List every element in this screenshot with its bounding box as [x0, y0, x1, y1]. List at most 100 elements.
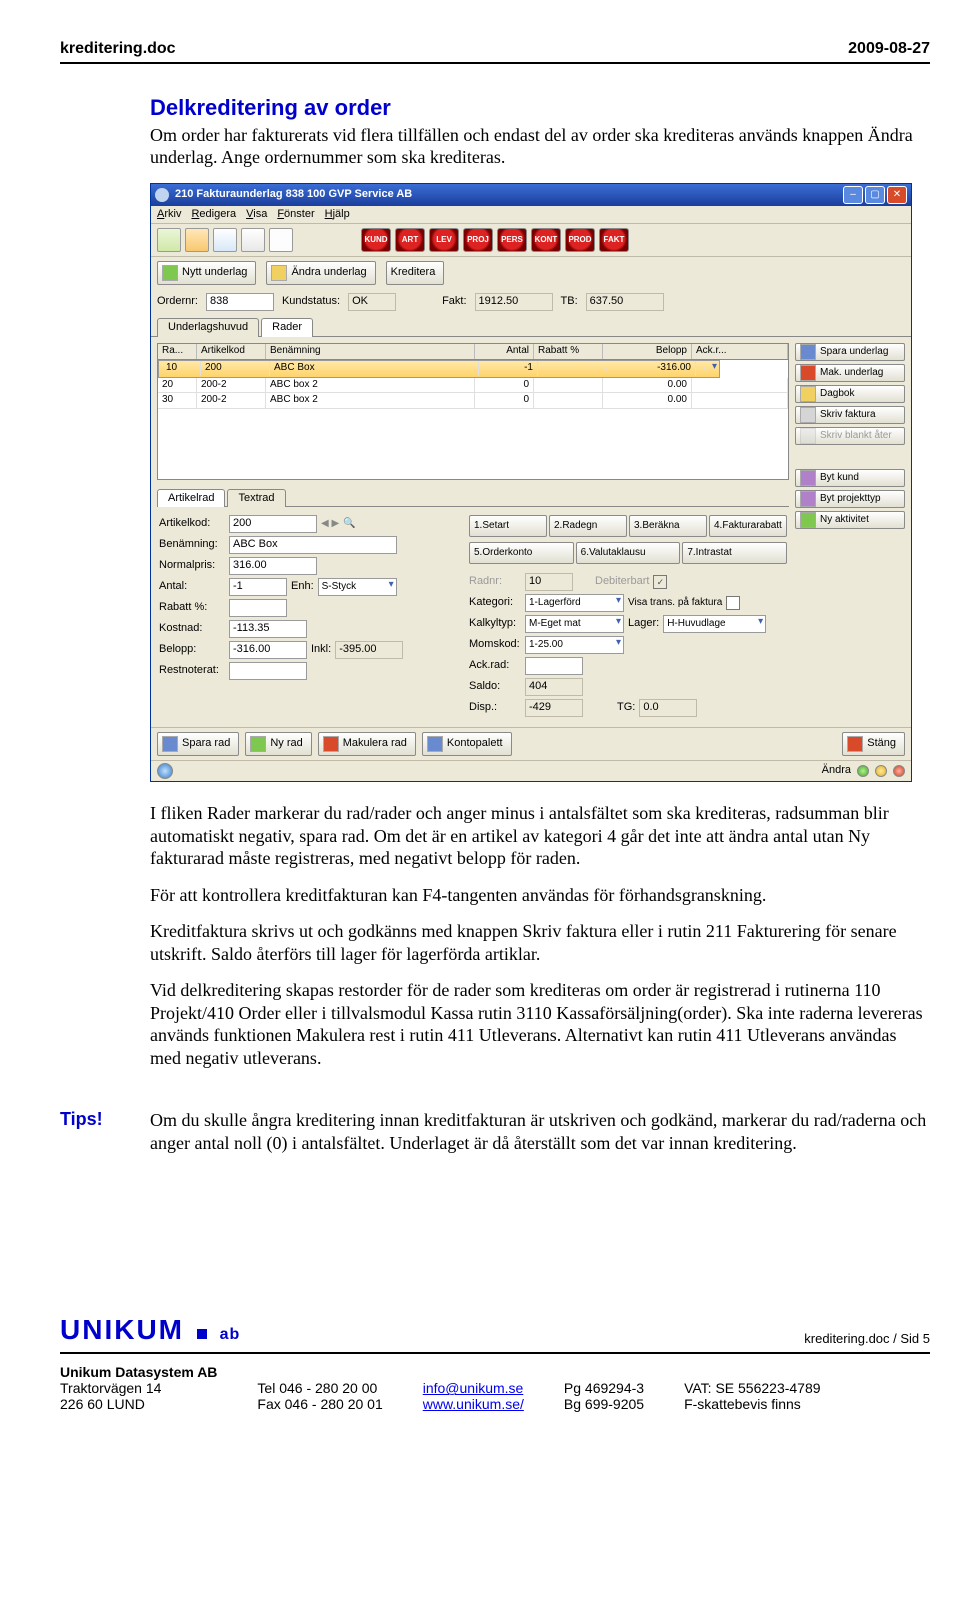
rabatt-input[interactable]	[229, 599, 287, 617]
col-rabatt[interactable]: Rabatt %	[534, 344, 603, 359]
kalkyltyp-select[interactable]: M-Eget mat	[525, 615, 624, 633]
saldo-value: 404	[525, 678, 583, 696]
shortcut-kont[interactable]: KONT	[531, 228, 561, 252]
ackrad-input[interactable]	[525, 657, 583, 675]
menu-hjalp[interactable]: Hjälp	[325, 208, 350, 222]
pencil-icon	[271, 265, 287, 281]
artikelkod-input[interactable]: 200	[229, 515, 317, 533]
detail-area: Artikelkod: 200 ◀ ▶ 🔍 Benämning: ABC Box…	[157, 511, 789, 721]
kreditera-button[interactable]: Kreditera	[386, 261, 445, 285]
btn-berakna[interactable]: 3.Beräkna	[629, 515, 707, 537]
grid-header: Ra... Artikelkod Benämning Antal Rabatt …	[158, 344, 788, 360]
shortcut-art[interactable]: ART	[395, 228, 425, 252]
antal-label: Antal:	[159, 580, 225, 594]
tb-label: TB:	[561, 295, 578, 309]
rows-grid[interactable]: Ra... Artikelkod Benämning Antal Rabatt …	[157, 343, 789, 480]
maximize-button[interactable]: ▢	[865, 186, 885, 204]
shortcut-lev[interactable]: LEV	[429, 228, 459, 252]
shortcut-proj[interactable]: PROJ	[463, 228, 493, 252]
toolbar-search-icon[interactable]	[241, 228, 265, 252]
tab-underlagshuvud[interactable]: Underlagshuvud	[157, 318, 259, 337]
col-belopp[interactable]: Belopp	[603, 344, 692, 359]
tips-label: Tips!	[60, 1109, 150, 1154]
shortcut-fakt[interactable]: FAKT	[599, 228, 629, 252]
andra-underlag-button[interactable]: Ändra underlag	[266, 261, 375, 285]
byt-kund-button[interactable]: Byt kund	[795, 469, 905, 487]
col-benamning[interactable]: Benämning	[266, 344, 475, 359]
ny-aktivitet-button[interactable]: Ny aktivitet	[795, 511, 905, 529]
dagbok-button[interactable]: Dagbok	[795, 385, 905, 403]
ny-rad-button[interactable]: Ny rad	[245, 732, 311, 756]
restnoterat-label: Restnoterat:	[159, 664, 225, 678]
inkl-value: -395.00	[335, 641, 403, 659]
table-row[interactable]: 30 200-2 ABC box 2 0 0.00	[158, 393, 788, 409]
col-ackr[interactable]: Ack.r...	[692, 344, 788, 359]
grid-empty-area	[158, 409, 788, 479]
kostnad-input[interactable]: -113.35	[229, 620, 307, 638]
nav-arrows-icon[interactable]: ◀ ▶	[321, 518, 339, 531]
restnoterat-input[interactable]	[229, 662, 307, 680]
visa-trans-label: Visa trans. på faktura	[628, 597, 722, 610]
header-rule	[60, 62, 930, 64]
menu-visa[interactable]: Visa	[246, 208, 267, 222]
antal-input[interactable]: -1	[229, 578, 287, 596]
numbered-buttons-row2: 5.Orderkonto 6.Valutaklausu 7.Intrastat	[469, 542, 787, 564]
makulera-rad-button[interactable]: Makulera rad	[318, 732, 416, 756]
btn-orderkonto[interactable]: 5.Orderkonto	[469, 542, 574, 564]
toolbar-user-icon[interactable]	[185, 228, 209, 252]
radnr-label: Radnr:	[469, 575, 521, 589]
plus-icon	[250, 736, 266, 752]
footer-web-link[interactable]: www.unikum.se/	[423, 1396, 524, 1412]
menu-redigera[interactable]: Redigera	[191, 208, 236, 222]
toolbar-edit-icon[interactable]	[213, 228, 237, 252]
debiterbart-checkbox[interactable]: ✓	[653, 575, 667, 589]
tab-artikelrad[interactable]: Artikelrad	[157, 489, 225, 508]
belopp-input[interactable]: -316.00	[229, 641, 307, 659]
table-row[interactable]: 20 200-2 ABC box 2 0 0.00	[158, 378, 788, 394]
byt-projekttyp-button[interactable]: Byt projekttyp	[795, 490, 905, 508]
toolbar-new-icon[interactable]	[157, 228, 181, 252]
spara-rad-button[interactable]: Spara rad	[157, 732, 239, 756]
toolbar-misc-icon[interactable]	[269, 228, 293, 252]
benamning-input[interactable]: ABC Box	[229, 536, 397, 554]
btn-intrastat[interactable]: 7.Intrastat	[682, 542, 787, 564]
underlag-action-row: Nytt underlag Ändra underlag Kreditera	[151, 257, 911, 291]
print-icon	[800, 407, 816, 423]
kontopalett-button[interactable]: Kontopalett	[422, 732, 512, 756]
tab-textrad[interactable]: Textrad	[227, 489, 285, 508]
col-antal[interactable]: Antal	[475, 344, 534, 359]
stang-button[interactable]: Stäng	[842, 732, 905, 756]
menu-arkiv[interactable]: Arkiv	[157, 208, 181, 222]
minimize-button[interactable]: –	[843, 186, 863, 204]
mak-underlag-button[interactable]: Mak. underlag	[795, 364, 905, 382]
shortcut-kund[interactable]: KUND	[361, 228, 391, 252]
normalpris-input[interactable]: 316.00	[229, 557, 317, 575]
tips-text: Om du skulle ångra kreditering innan kre…	[150, 1109, 930, 1154]
shortcut-pers[interactable]: PERS	[497, 228, 527, 252]
btn-radegn[interactable]: 2.Radegn	[549, 515, 627, 537]
skriv-faktura-button[interactable]: Skriv faktura	[795, 406, 905, 424]
menu-fonster[interactable]: Fönster	[277, 208, 314, 222]
shortcut-prod[interactable]: PROD	[565, 228, 595, 252]
order-info-row: Ordernr: 838 Kundstatus: OK Fakt: 1912.5…	[151, 291, 911, 317]
search-icon[interactable]: 🔍	[343, 518, 355, 531]
momskod-select[interactable]: 1-25.00	[525, 636, 624, 654]
visa-trans-checkbox[interactable]	[726, 596, 740, 610]
lager-select[interactable]: H-Huvudlage	[663, 615, 766, 633]
btn-valutaklausu[interactable]: 6.Valutaklausu	[576, 542, 681, 564]
tab-rader[interactable]: Rader	[261, 318, 313, 337]
ordernr-input[interactable]: 838	[206, 293, 274, 311]
fakt-label: Fakt:	[442, 295, 466, 309]
col-artikelkod[interactable]: Artikelkod	[197, 344, 266, 359]
kategori-select[interactable]: 1-Lagerförd	[525, 594, 624, 612]
enh-select[interactable]: S-Styck	[318, 578, 397, 596]
table-row[interactable]: 10 200 ABC Box -1 -316.00	[158, 360, 720, 378]
btn-fakturarabatt[interactable]: 4.Fakturarabatt	[709, 515, 787, 537]
kategori-label: Kategori:	[469, 596, 521, 610]
footer-email-link[interactable]: info@unikum.se	[423, 1380, 524, 1396]
col-ra[interactable]: Ra...	[158, 344, 197, 359]
spara-underlag-button[interactable]: Spara underlag	[795, 343, 905, 361]
btn-setart[interactable]: 1.Setart	[469, 515, 547, 537]
close-button[interactable]: ✕	[887, 186, 907, 204]
nytt-underlag-button[interactable]: Nytt underlag	[157, 261, 256, 285]
